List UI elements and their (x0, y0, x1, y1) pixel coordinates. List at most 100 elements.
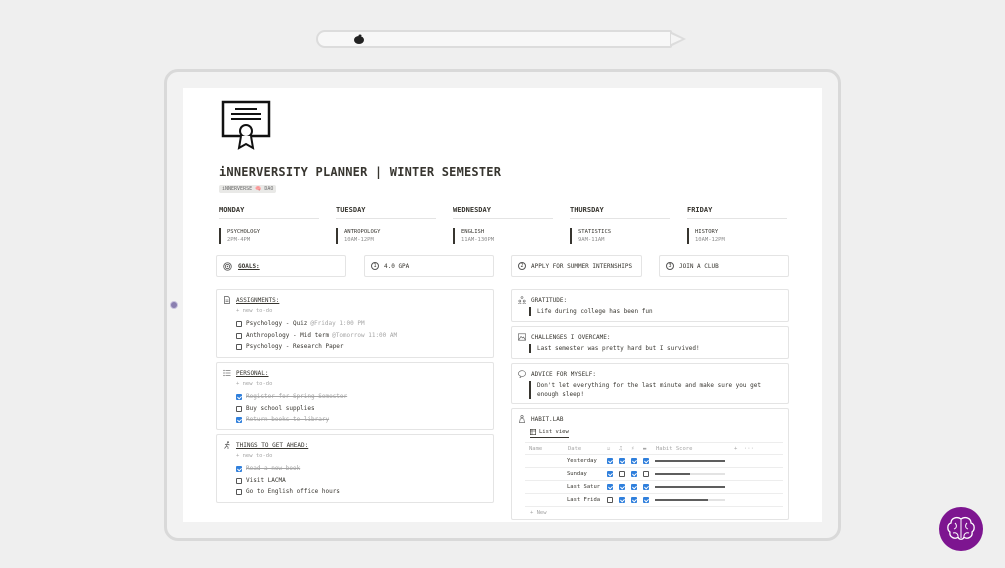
column-name-header[interactable]: Name (529, 446, 542, 452)
class-time: 11AM-130PM (461, 237, 495, 243)
todo-checkbox[interactable] (236, 405, 242, 412)
habit-checkbox[interactable] (607, 497, 613, 503)
goal-card[interactable]: 3 JOIN A CLUB (659, 255, 789, 277)
column-checkbox-header-4[interactable]: ▬ (643, 446, 646, 452)
habit-checkbox[interactable] (631, 458, 637, 464)
list-icon (223, 369, 231, 377)
todo-text[interactable]: Buy school supplies (246, 405, 315, 412)
lab-person-icon (519, 415, 525, 423)
habit-checkbox[interactable] (607, 471, 613, 477)
table-row[interactable]: Yesterday (525, 455, 783, 468)
habit-checkbox[interactable] (643, 484, 649, 490)
todo-text[interactable]: Visit LACMA (246, 477, 286, 484)
goal-number: 2 (518, 262, 526, 270)
habit-checkbox[interactable] (643, 497, 649, 503)
habit-checkbox[interactable] (619, 497, 625, 503)
todo-text[interactable]: Read a new book (246, 465, 300, 472)
get-ahead-panel: THINGS TO GET AHEAD: + new to-do Read a … (216, 434, 494, 503)
class-time: 9AM-11AM (578, 237, 605, 243)
class-block[interactable]: ENGLISH 11AM-130PM (453, 228, 553, 244)
goals-header-card[interactable]: GOALS: (216, 255, 346, 277)
table-row[interactable]: Last Frida (525, 494, 783, 507)
class-block[interactable]: PSYCHOLOGY 2PM-4PM (219, 228, 319, 244)
column-date-header[interactable]: Date (568, 446, 581, 452)
todo-text[interactable]: Psychology - Research Paper (246, 343, 344, 350)
class-time: 10AM-12PM (344, 237, 374, 243)
people-icon (518, 296, 526, 304)
class-name: HISTORY (695, 229, 719, 235)
tag-badge[interactable]: iNNERVERSE 🧠 DAO (219, 185, 277, 193)
new-todo-button[interactable]: + new to-do (236, 381, 272, 387)
new-todo-button[interactable]: + new to-do (236, 308, 272, 314)
mountain-icon (518, 333, 526, 341)
panel-title: CHALLENGES I OVERCAME: (531, 333, 611, 341)
table-icon (530, 429, 536, 435)
todo-due[interactable]: @Friday 1:00 PM (310, 320, 364, 327)
row-date: Yesterday (567, 458, 597, 464)
day-name: FRIDAY (687, 206, 787, 219)
reflection-text[interactable]: Last semester was pretty hard but I surv… (529, 344, 700, 353)
panel-title: THINGS TO GET AHEAD: (236, 441, 309, 449)
todo-text[interactable]: Anthropology - Mid term (246, 332, 329, 339)
table-row[interactable]: Sunday (525, 468, 783, 481)
assignments-panel: ASSIGNMENTS: + new to-do Psychology - Qu… (216, 289, 494, 358)
todo-item: Anthropology - Mid term @Tomorrow 11:00 … (236, 332, 397, 339)
todo-item: Psychology - Research Paper (236, 343, 344, 350)
reflection-text[interactable]: Life during college has been fun (529, 307, 653, 316)
reflection-text[interactable]: Don't let everything for the last minute… (529, 381, 769, 399)
habit-checkbox[interactable] (607, 458, 613, 464)
day-column-wednesday: WEDNESDAY ENGLISH 11AM-130PM (453, 206, 553, 244)
day-name: THURSDAY (570, 206, 670, 219)
todo-checkbox[interactable] (236, 477, 242, 484)
habit-checkbox[interactable] (619, 471, 625, 477)
habit-checkbox[interactable] (643, 471, 649, 477)
target-icon (223, 261, 232, 271)
new-row-button[interactable]: + New (530, 510, 547, 516)
todo-checkbox[interactable] (236, 320, 242, 327)
class-block[interactable]: STATISTICS 9AM-11AM (570, 228, 670, 244)
class-time: 2PM-4PM (227, 237, 251, 243)
more-options-button[interactable]: ··· (744, 446, 754, 452)
todo-text[interactable]: Go to English office hours (246, 488, 340, 495)
column-checkbox-header-2[interactable]: ♫ (619, 446, 622, 452)
notion-page: iNNERVERSITY PLANNER | WINTER SEMESTER i… (183, 88, 822, 522)
todo-text[interactable]: Return books to library (246, 416, 329, 423)
personal-panel: PERSONAL: + new to-do Register for Sprin… (216, 362, 494, 430)
column-checkbox-header-3[interactable]: ♯ (631, 446, 634, 452)
habit-checkbox[interactable] (631, 484, 637, 490)
todo-checkbox[interactable] (236, 416, 242, 423)
goal-number: 1 (371, 262, 379, 270)
habit-checkbox[interactable] (619, 484, 625, 490)
column-score-header[interactable]: Habit Score (656, 446, 692, 452)
list-view-tab[interactable]: List view (530, 429, 569, 438)
apple-logo-icon (354, 34, 364, 44)
brain-logo-badge[interactable] (939, 507, 983, 551)
habit-checkbox[interactable] (619, 458, 625, 464)
habit-checkbox[interactable] (631, 497, 637, 503)
class-name: STATISTICS (578, 229, 612, 235)
class-block[interactable]: ANTROPOLOGY 10AM-12PM (336, 228, 436, 244)
todo-text[interactable]: Psychology - Quiz (246, 320, 307, 327)
todo-text[interactable]: Register for Spring Semester (246, 393, 347, 400)
new-todo-button[interactable]: + new to-do (236, 453, 272, 459)
challenges-panel: CHALLENGES I OVERCAME: Last semester was… (511, 326, 789, 359)
habit-checkbox[interactable] (643, 458, 649, 464)
day-column-monday: MONDAY PSYCHOLOGY 2PM-4PM (219, 206, 319, 244)
brain-icon (947, 516, 975, 540)
todo-checkbox[interactable] (236, 393, 242, 400)
panel-title: HABIT.LAB (531, 415, 564, 423)
add-column-button[interactable]: + (734, 446, 737, 452)
todo-checkbox[interactable] (236, 332, 242, 339)
todo-checkbox[interactable] (236, 488, 242, 495)
todo-checkbox[interactable] (236, 343, 242, 350)
todo-checkbox[interactable] (236, 465, 242, 472)
habit-checkbox[interactable] (607, 484, 613, 490)
habit-checkbox[interactable] (631, 471, 637, 477)
column-checkbox-header-1[interactable]: ☑ (607, 446, 610, 452)
goal-card[interactable]: 2 APPLY FOR SUMMER INTERNSHIPS (511, 255, 642, 277)
table-row[interactable]: Last Satur (525, 481, 783, 494)
document-icon (224, 296, 230, 304)
class-block[interactable]: HISTORY 10AM-12PM (687, 228, 787, 244)
todo-due[interactable]: @Tomorrow 11:00 AM (332, 332, 397, 339)
goal-card[interactable]: 1 4.0 GPA (364, 255, 494, 277)
